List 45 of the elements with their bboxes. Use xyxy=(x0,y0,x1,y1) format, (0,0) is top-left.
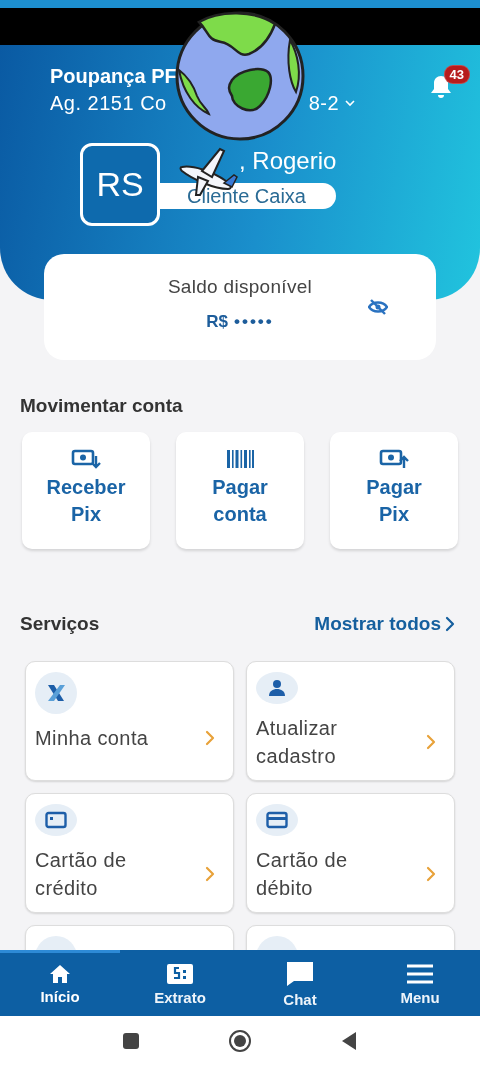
quick-action-button[interactable]: Pagar conta xyxy=(176,432,304,549)
service-card[interactable]: Cartão de crédito xyxy=(25,793,234,913)
cash-out-icon xyxy=(379,448,409,470)
barcode-icon xyxy=(225,448,255,470)
statement-icon xyxy=(166,963,194,985)
chevron-right-icon xyxy=(426,734,436,750)
section-title: Serviços xyxy=(20,613,100,635)
avatar-initials[interactable]: RS xyxy=(80,143,160,226)
nav-tab[interactable]: Chat xyxy=(240,950,360,1016)
hidden-balance: ••••• xyxy=(234,312,274,332)
balance-label: Saldo disponível xyxy=(167,276,313,298)
agency-text: Ag. 2151 Co xyxy=(50,91,167,116)
quick-action-button[interactable]: Pagar Pix xyxy=(330,432,458,549)
chevron-right-icon xyxy=(445,616,455,632)
card-icon xyxy=(45,811,67,829)
chevron-down-icon[interactable] xyxy=(345,99,356,107)
home-icon xyxy=(49,964,71,984)
cash-in-icon xyxy=(71,448,101,470)
home-button-icon[interactable] xyxy=(228,1029,252,1053)
chevron-right-icon xyxy=(426,866,436,882)
greeting-text: , Rogerio xyxy=(239,147,337,175)
chevron-right-icon xyxy=(205,730,215,746)
eye-slash-icon[interactable] xyxy=(368,299,388,315)
nav-tab[interactable]: Menu xyxy=(360,950,480,1016)
notification-badge: 43 xyxy=(443,65,470,84)
service-card[interactable]: Atualizar cadastro xyxy=(246,661,455,781)
account-name[interactable]: Poupança PF xyxy=(50,63,177,89)
client-segment-label: Cliente Caixa xyxy=(157,183,337,209)
currency-symbol: R$ xyxy=(206,312,228,332)
back-icon[interactable] xyxy=(340,1031,358,1051)
quick-action-button[interactable]: Receber Pix xyxy=(22,432,150,549)
service-card[interactable]: Minha conta xyxy=(25,661,234,781)
x-logo-icon xyxy=(46,684,66,702)
service-card[interactable]: Cartão de débito xyxy=(246,793,455,913)
account-number-text: 8-2 xyxy=(308,91,340,116)
section-title: Movimentar conta xyxy=(20,394,184,418)
recents-icon[interactable] xyxy=(122,1032,140,1050)
chevron-right-icon xyxy=(205,866,215,882)
person-icon xyxy=(268,679,286,697)
menu-icon xyxy=(406,963,434,985)
show-all-link[interactable]: Mostrar todos xyxy=(314,613,455,635)
globe-icon xyxy=(174,10,306,142)
credit-card-icon xyxy=(266,811,288,829)
nav-tab[interactable]: Extrato xyxy=(120,950,240,1016)
chat-bubble-icon xyxy=(286,961,314,987)
